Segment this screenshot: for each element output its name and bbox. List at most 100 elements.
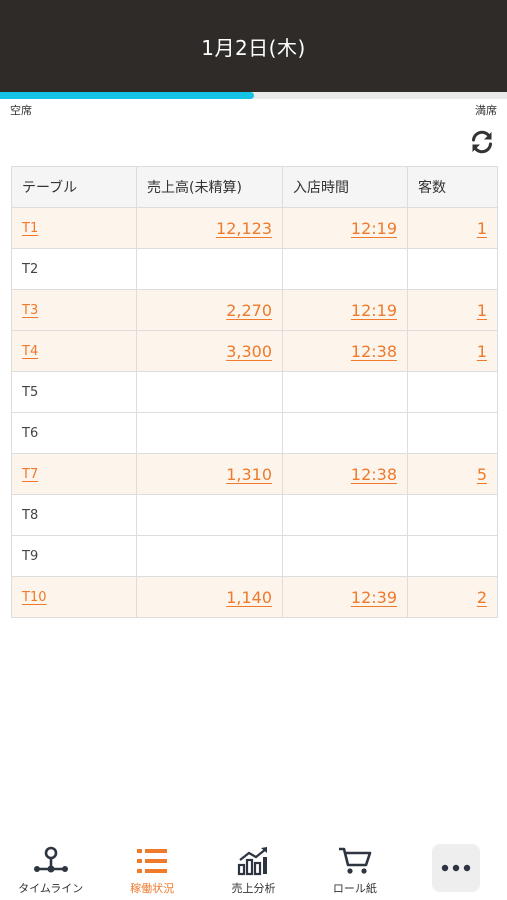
nav-label-timeline: タイムライン <box>18 882 84 895</box>
guests-cell: 1 <box>407 330 498 372</box>
table-row[interactable]: T7 1,310 12:38 5 <box>11 453 498 495</box>
nav-item-roll-paper[interactable]: ロール紙 <box>304 836 405 900</box>
guests-link[interactable]: 1 <box>477 219 487 238</box>
guests-cell <box>407 248 498 290</box>
sales-link[interactable]: 1,310 <box>226 465 272 484</box>
cart-icon <box>338 847 372 874</box>
table-row[interactable]: T3 2,270 12:19 1 <box>11 289 498 331</box>
nav-item-sales-analysis[interactable]: 売上分析 <box>203 836 304 900</box>
table-status-table: テーブル 売上高(未精算) 入店時間 客数 T1 12,123 12:19 1 T2 T3… <box>11 166 498 618</box>
guests-link[interactable]: 5 <box>477 465 487 484</box>
table-name-link[interactable]: T3 <box>22 303 38 318</box>
timeline-icon <box>33 846 68 873</box>
table-row: T6 <box>11 412 498 454</box>
entry-time-link[interactable]: 12:19 <box>351 219 397 238</box>
table-name-cell: T3 <box>11 289 137 331</box>
guests-cell <box>407 494 498 536</box>
table-name-cell: T1 <box>11 207 137 249</box>
entry-time-cell <box>282 535 408 577</box>
table-name-cell: T10 <box>11 576 137 618</box>
guests-cell <box>407 412 498 454</box>
sales-cell: 12,123 <box>136 207 283 249</box>
column-header-table: テーブル <box>11 166 137 208</box>
table-name-cell: T4 <box>11 330 137 372</box>
sales-link[interactable]: 2,270 <box>226 301 272 320</box>
table-name-cell: T7 <box>11 453 137 495</box>
list-icon <box>137 849 168 873</box>
column-header-sales: 売上高(未精算) <box>136 166 283 208</box>
guests-link[interactable]: 1 <box>477 301 487 320</box>
occupancy-empty-label: 空席 <box>10 104 32 117</box>
table-row: T9 <box>11 535 498 577</box>
occupancy-bar-fill <box>0 92 254 99</box>
entry-time-link[interactable]: 12:38 <box>351 342 397 361</box>
refresh-button[interactable] <box>468 128 496 156</box>
entry-time-link[interactable]: 12:19 <box>351 301 397 320</box>
column-header-entry-time: 入店時間 <box>282 166 408 208</box>
entry-time-cell: 12:39 <box>282 576 408 618</box>
page-title: 1月2日(木) <box>201 35 306 60</box>
sales-cell: 1,310 <box>136 453 283 495</box>
column-header-guests: 客数 <box>407 166 498 208</box>
table-name-link[interactable]: T1 <box>22 221 38 236</box>
entry-time-link[interactable]: 12:38 <box>351 465 397 484</box>
sales-cell <box>136 248 283 290</box>
occupancy-full-label: 満席 <box>475 104 497 117</box>
table-name-link[interactable]: T10 <box>22 590 46 605</box>
guests-link[interactable]: 1 <box>477 342 487 361</box>
table-row[interactable]: T10 1,140 12:39 2 <box>11 576 498 618</box>
guests-cell: 1 <box>407 289 498 331</box>
entry-time-cell <box>282 412 408 454</box>
table-row[interactable]: T1 12,123 12:19 1 <box>11 207 498 249</box>
entry-time-cell <box>282 371 408 413</box>
sales-link[interactable]: 3,300 <box>226 342 272 361</box>
table-name-link[interactable]: T7 <box>22 467 38 482</box>
nav-label-operation-status: 稼働状況 <box>130 882 175 895</box>
table-name-cell: T5 <box>11 371 137 413</box>
sales-cell <box>136 494 283 536</box>
guests-cell: 2 <box>407 576 498 618</box>
nav-label-sales-analysis: 売上分析 <box>231 882 276 895</box>
entry-time-cell <box>282 494 408 536</box>
sales-cell: 1,140 <box>136 576 283 618</box>
refresh-icon <box>472 130 492 154</box>
guests-cell <box>407 535 498 577</box>
sales-cell <box>136 535 283 577</box>
entry-time-cell: 12:38 <box>282 453 408 495</box>
nav-item-more[interactable] <box>406 836 507 900</box>
entry-time-cell: 12:19 <box>282 289 408 331</box>
nav-item-operation-status[interactable]: 稼働状況 <box>101 836 202 900</box>
table-header-row: テーブル 売上高(未精算) 入店時間 客数 <box>11 166 498 208</box>
table-name-value: T2 <box>22 261 39 277</box>
guests-cell: 1 <box>407 207 498 249</box>
more-icon <box>442 864 471 872</box>
table-row: T5 <box>11 371 498 413</box>
table-name-link[interactable]: T4 <box>22 344 38 359</box>
table-name-value: T8 <box>22 507 39 523</box>
sales-cell: 2,270 <box>136 289 283 331</box>
table-name-value: T6 <box>22 425 39 441</box>
chart-icon <box>238 847 268 876</box>
more-button[interactable] <box>432 844 481 892</box>
bottom-nav: タイムライン 稼働状況 売上分析 ロール紙 <box>0 836 507 900</box>
occupancy-bar <box>0 92 507 99</box>
guests-link[interactable]: 2 <box>477 588 487 607</box>
table-name-value: T9 <box>22 548 39 564</box>
entry-time-link[interactable]: 12:39 <box>351 588 397 607</box>
table-row: T8 <box>11 494 498 536</box>
table-name-cell: T9 <box>11 535 137 577</box>
nav-label-roll-paper: ロール紙 <box>332 882 377 895</box>
table-name-cell: T8 <box>11 494 137 536</box>
guests-cell <box>407 371 498 413</box>
nav-item-timeline[interactable]: タイムライン <box>0 836 101 900</box>
sales-link[interactable]: 1,140 <box>226 588 272 607</box>
sales-cell: 3,300 <box>136 330 283 372</box>
entry-time-cell: 12:19 <box>282 207 408 249</box>
sales-link[interactable]: 12,123 <box>216 219 272 238</box>
sales-cell <box>136 371 283 413</box>
entry-time-cell: 12:38 <box>282 330 408 372</box>
entry-time-cell <box>282 248 408 290</box>
table-row: T2 <box>11 248 498 290</box>
table-name-cell: T2 <box>11 248 137 290</box>
table-row[interactable]: T4 3,300 12:38 1 <box>11 330 498 372</box>
